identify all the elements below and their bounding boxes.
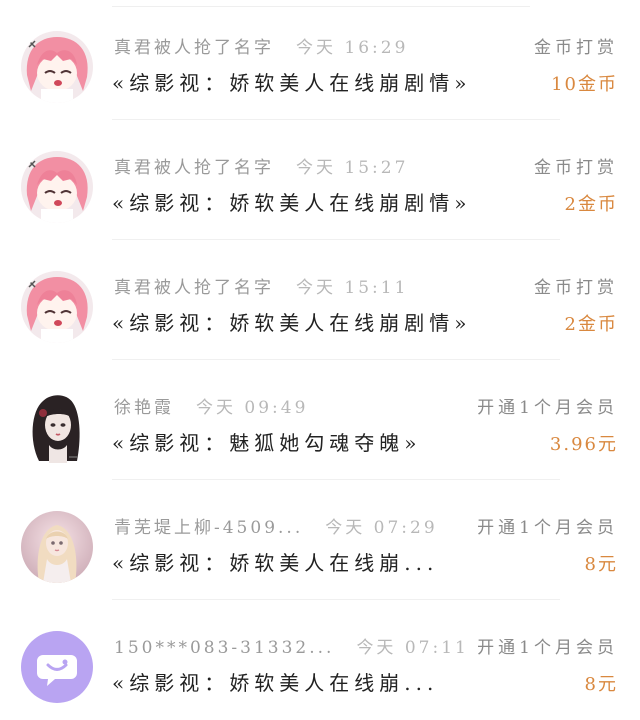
novel-title[interactable]: «综影视：娇软美人在线崩剧情»	[112, 307, 471, 336]
sender-line: 徐艳霞 今天 09:49	[114, 393, 308, 418]
novel-title[interactable]: «综影视：魅狐她勾魂夺魄»	[112, 427, 421, 456]
sender-line: 青芜堤上柳-4509... 今天 07:29	[114, 513, 438, 538]
chat-bubble-avatar-icon[interactable]	[21, 631, 93, 703]
novel-title[interactable]: «综影视：娇软美人在线崩...	[112, 547, 438, 576]
timestamp: 今天 16:29	[296, 38, 409, 58]
timestamp: 今天 15:11	[296, 278, 409, 298]
amount-value: 2金币	[564, 314, 618, 335]
sender-line: 真君被人抢了名字 今天 15:27	[114, 153, 408, 178]
sender-name[interactable]: 徐艳霞	[114, 398, 174, 418]
sender-name[interactable]: 青芜堤上柳-4509...	[114, 518, 303, 538]
timestamp: 今天 15:27	[296, 158, 409, 178]
anime-girl-avatar-icon[interactable]	[21, 151, 93, 223]
amount-value: 3.96元	[549, 434, 618, 455]
action-label: 金币打赏	[534, 38, 618, 58]
novel-title[interactable]: «综影视：娇软美人在线崩剧情»	[112, 67, 471, 96]
novel-title[interactable]: «综影视：娇软美人在线崩...	[112, 667, 438, 696]
sender-line: 150***083-31332... 今天 07:11	[114, 633, 469, 658]
anime-girl-avatar-icon[interactable]	[21, 271, 93, 343]
amount-value: 10金币	[551, 74, 618, 95]
anime-girl-avatar-icon[interactable]	[21, 31, 93, 103]
reward-record-list: 真君被人抢了名字 今天 16:29 金币打赏 «综影视：娇软美人在线崩剧情» 10…	[0, 0, 640, 719]
amount-value: 2金币	[564, 194, 618, 215]
dark-hair-lady-avatar-icon[interactable]	[21, 391, 93, 463]
action-label: 金币打赏	[534, 278, 618, 298]
sender-name[interactable]: 150***083-31332...	[114, 638, 334, 658]
timestamp: 今天 09:49	[196, 398, 309, 418]
list-item[interactable]: 徐艳霞 今天 09:49 开通1个月会员 «综影视：魅狐她勾魂夺魄» 3.96元	[0, 360, 640, 480]
timestamp: 今天 07:29	[325, 518, 438, 538]
sender-name[interactable]: 真君被人抢了名字	[114, 158, 274, 178]
sender-name[interactable]: 真君被人抢了名字	[114, 38, 274, 58]
list-item[interactable]: 真君被人抢了名字 今天 15:27 金币打赏 «综影视：娇软美人在线崩剧情» 2金…	[0, 120, 640, 240]
sender-name[interactable]: 真君被人抢了名字	[114, 278, 274, 298]
action-label: 开通1个月会员	[477, 638, 618, 658]
action-label: 开通1个月会员	[477, 398, 618, 418]
amount-value: 8元	[584, 554, 618, 575]
action-label: 开通1个月会员	[477, 518, 618, 538]
sender-line: 真君被人抢了名字 今天 15:11	[114, 273, 408, 298]
amount-value: 8元	[584, 674, 618, 695]
list-item[interactable]: 真君被人抢了名字 今天 16:29 金币打赏 «综影视：娇软美人在线崩剧情» 10…	[0, 0, 640, 120]
novel-title[interactable]: «综影视：娇软美人在线崩剧情»	[112, 187, 471, 216]
list-item[interactable]: 150***083-31332... 今天 07:11 开通1个月会员 «综影视：…	[0, 600, 640, 720]
list-item[interactable]: 真君被人抢了名字 今天 15:11 金币打赏 «综影视：娇软美人在线崩剧情» 2金…	[0, 240, 640, 360]
timestamp: 今天 07:11	[356, 638, 469, 658]
blonde-doll-avatar-icon[interactable]	[21, 511, 93, 583]
list-item[interactable]: 青芜堤上柳-4509... 今天 07:29 开通1个月会员 «综影视：娇软美人在…	[0, 480, 640, 600]
sender-line: 真君被人抢了名字 今天 16:29	[114, 33, 408, 58]
action-label: 金币打赏	[534, 158, 618, 178]
